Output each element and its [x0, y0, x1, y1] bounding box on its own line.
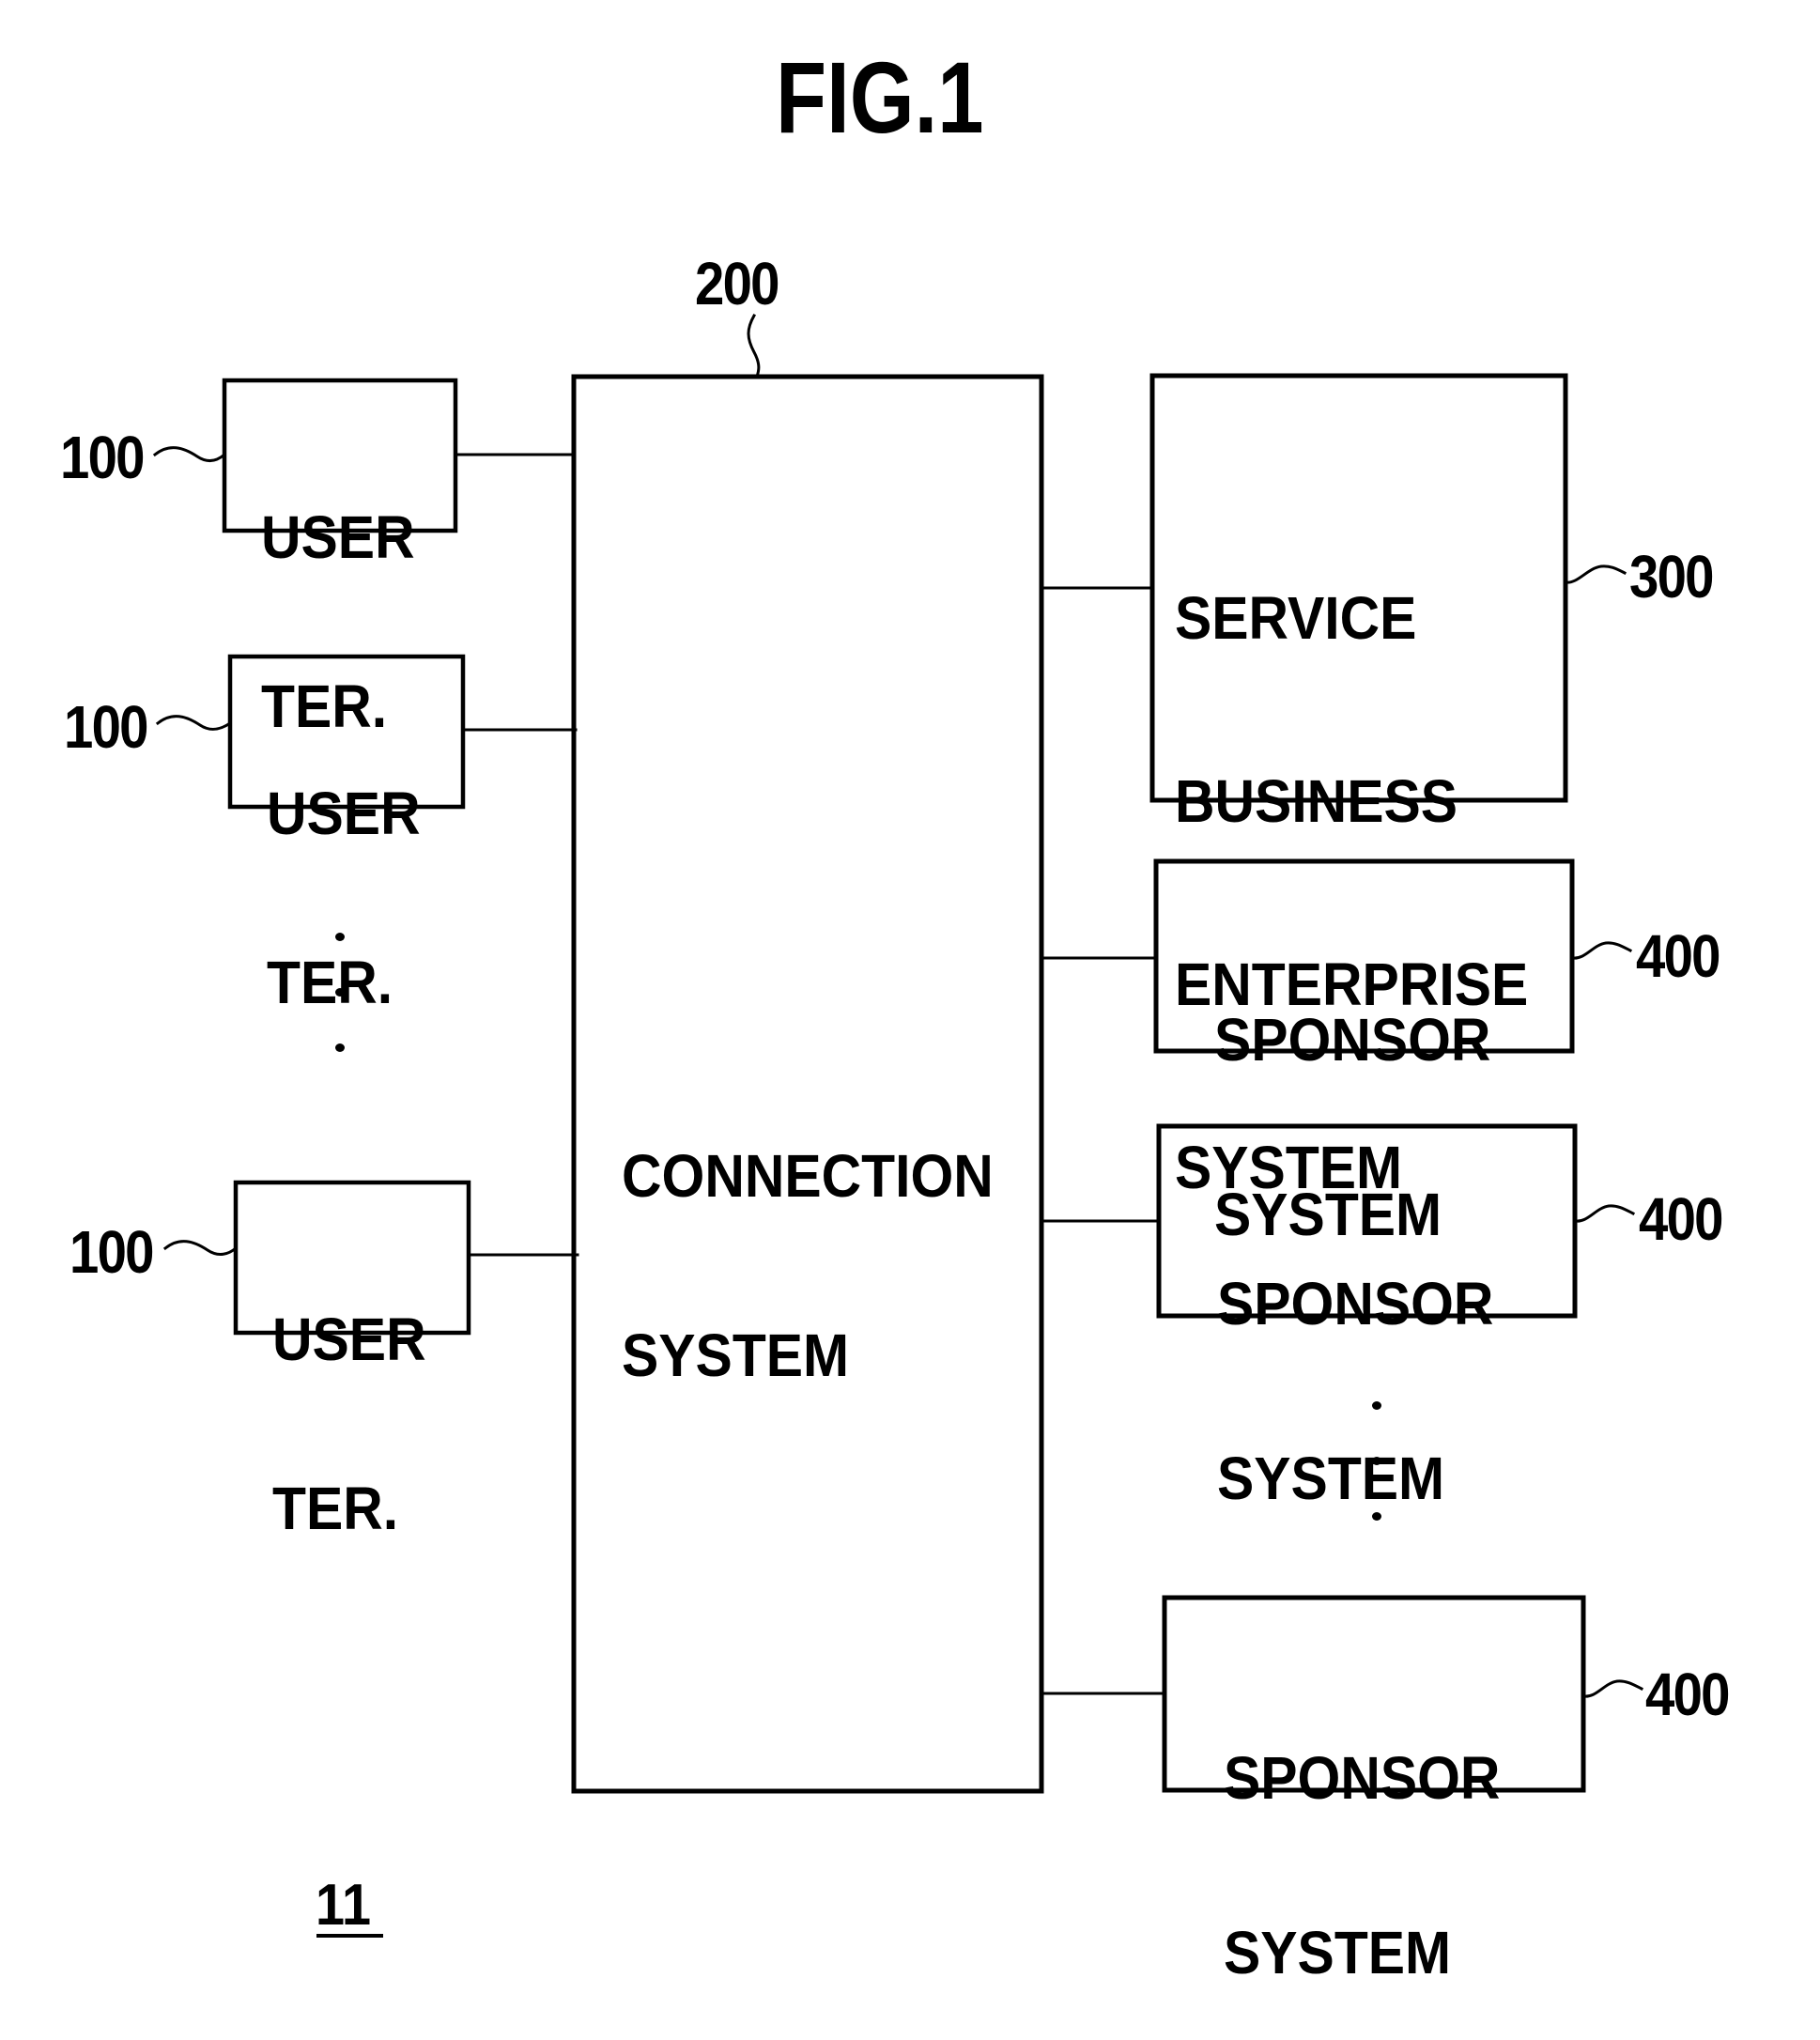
- service-system-ref: 300: [1629, 543, 1714, 610]
- sponsor-system-label-1-line-1: SPONSOR: [1214, 1006, 1491, 1074]
- connection-system-ref: 200: [695, 250, 779, 317]
- connection-system-label-line-2: SYSTEM: [622, 1321, 850, 1389]
- ellipsis-dot: [1372, 1401, 1381, 1410]
- ellipsis-dot: [335, 933, 345, 941]
- sponsor-system-ref-1: 400: [1636, 922, 1720, 990]
- user-terminal-leader-3: [162, 1240, 239, 1256]
- connection-system-label: CONNECTION SYSTEM: [622, 1026, 994, 1445]
- user-terminal-label-3-line-1: USER: [272, 1306, 426, 1373]
- connection-system-leader: [747, 313, 761, 379]
- user-terminal-ref-1: 100: [60, 424, 145, 491]
- sponsor-system-leader-3: [1581, 1679, 1644, 1698]
- sponsor-system-label-3: SPONSOR SYSTEM: [1224, 1632, 1500, 2040]
- sponsor-system-label-2-line-2: SYSTEM: [1217, 1445, 1445, 1512]
- user-terminal-label-3: USER TER.: [272, 1198, 426, 1593]
- sponsor-system-label-2-line-1: SPONSOR: [1217, 1270, 1494, 1337]
- sponsor-system-leader-2: [1573, 1204, 1636, 1223]
- ellipsis-dot: [1372, 1457, 1381, 1465]
- user-terminal-label-2-line-1: USER: [267, 780, 421, 847]
- user-terminal-leader-2: [155, 715, 233, 731]
- ellipsis-dot: [1372, 1512, 1381, 1521]
- ellipsis-dot: [335, 988, 345, 997]
- user-terminal-label-1-line-1: USER: [261, 503, 415, 571]
- user-terminal-leader-1: [152, 446, 227, 462]
- sponsor-system-ref-2: 400: [1639, 1185, 1723, 1253]
- user-terminal-ref-3: 100: [69, 1218, 154, 1286]
- service-system-leader: [1564, 564, 1627, 584]
- connection-system-label-line-1: CONNECTION: [622, 1142, 994, 1210]
- user-terminal-label-3-line-2: TER.: [272, 1475, 399, 1542]
- sponsor-system-label-2: SPONSOR SYSTEM: [1217, 1158, 1493, 1566]
- system-number: 11: [316, 1873, 371, 1938]
- user-terminal-label-2: USER TER.: [267, 672, 421, 1067]
- figure-title: FIG.1: [776, 40, 984, 154]
- service-system-label-line-2: BUSINESS: [1175, 767, 1458, 835]
- ellipsis-dot: [335, 1043, 345, 1052]
- system-number-underline: [316, 1934, 383, 1938]
- user-terminal-label-2-line-2: TER.: [267, 949, 393, 1016]
- sponsor-system-ref-3: 400: [1645, 1661, 1730, 1728]
- sponsor-system-label-3-line-2: SYSTEM: [1224, 1919, 1452, 1986]
- service-system-label-line-1: SERVICE: [1175, 584, 1417, 652]
- sponsor-system-leader-1: [1570, 941, 1633, 960]
- user-terminal-ref-2: 100: [64, 693, 148, 761]
- sponsor-system-label-3-line-1: SPONSOR: [1224, 1744, 1501, 1812]
